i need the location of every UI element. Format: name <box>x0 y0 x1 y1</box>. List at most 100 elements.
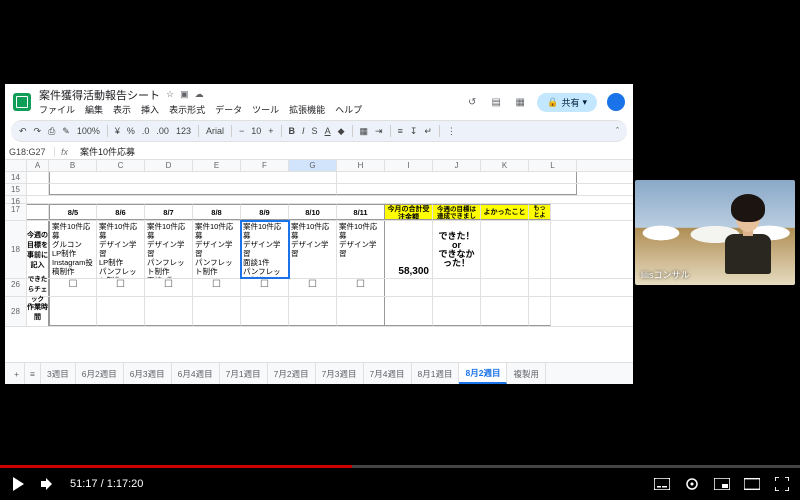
menu-insert[interactable]: 挿入 <box>141 103 159 116</box>
menu-edit[interactable]: 編集 <box>85 103 103 116</box>
meet-icon[interactable]: ▦ <box>513 95 527 109</box>
webcam-tile[interactable]: lilisコンサル <box>635 180 795 285</box>
col-f[interactable]: F <box>241 160 289 171</box>
col-a[interactable]: A <box>27 160 49 171</box>
valign-icon[interactable]: ↧ <box>410 126 418 137</box>
zoom-select[interactable]: 100% <box>77 126 100 136</box>
row-17[interactable]: 17 <box>5 204 27 220</box>
fill-color-icon[interactable]: ◆ <box>338 126 345 137</box>
doc-title[interactable]: 案件獲得活動報告シート <box>39 87 160 103</box>
check-2[interactable]: ☐ <box>97 279 145 296</box>
goal-5[interactable]: 案件10件応募 デザイン学習 面談1件 パンフレット制作 <box>241 221 289 278</box>
text-color-icon[interactable]: A <box>325 126 331 136</box>
wrap-icon[interactable]: ↵ <box>424 126 432 137</box>
tab-0[interactable]: 3週目 <box>41 363 76 384</box>
col-j[interactable]: J <box>433 160 481 171</box>
all-sheets-icon[interactable]: ≡ <box>25 363 41 384</box>
check-7[interactable]: ☐ <box>337 279 385 296</box>
decimal-dec-icon[interactable]: .0 <box>142 126 150 136</box>
label-worktime[interactable]: 作業時間 <box>27 297 49 326</box>
hdr-more[interactable]: もっとよか <box>529 204 551 220</box>
borders-icon[interactable]: ▦ <box>360 126 369 137</box>
volume-button[interactable] <box>40 476 56 492</box>
theater-icon[interactable] <box>744 476 760 492</box>
account-avatar[interactable] <box>607 93 625 111</box>
cloud-icon[interactable]: ☁ <box>195 89 204 100</box>
col-i[interactable]: I <box>385 160 433 171</box>
play-button[interactable] <box>10 476 26 492</box>
col-l[interactable]: L <box>529 160 577 171</box>
col-b[interactable]: B <box>49 160 97 171</box>
font-size-minus[interactable]: − <box>239 126 244 136</box>
font-size[interactable]: 10 <box>251 126 261 136</box>
check-4[interactable]: ☐ <box>193 279 241 296</box>
more-icon[interactable]: ⋮ <box>447 126 456 137</box>
menu-format[interactable]: 表示形式 <box>169 103 205 116</box>
more-formats-icon[interactable]: 123 <box>176 126 191 136</box>
col-d[interactable]: D <box>145 160 193 171</box>
tab-9[interactable]: 8月2週目 <box>459 363 507 384</box>
goal-6[interactable]: 案件10件応募 デザイン学習 <box>289 221 337 278</box>
decimal-inc-icon[interactable]: .00 <box>156 126 169 136</box>
captions-icon[interactable] <box>654 476 670 492</box>
row-28[interactable]: 28 <box>5 297 27 326</box>
date-6[interactable]: 8/10 <box>289 204 337 220</box>
font-select[interactable]: Arial <box>206 126 224 136</box>
col-h[interactable]: H <box>337 160 385 171</box>
check-3[interactable]: ☐ <box>145 279 193 296</box>
date-2[interactable]: 8/6 <box>97 204 145 220</box>
check-6[interactable]: ☐ <box>289 279 337 296</box>
tab-10[interactable]: 複製用 <box>507 363 546 384</box>
comment-icon[interactable]: ▤ <box>489 95 503 109</box>
menu-tools[interactable]: ツール <box>252 103 279 116</box>
tab-6[interactable]: 7月3週目 <box>316 363 364 384</box>
redo-icon[interactable]: ↷ <box>34 126 42 137</box>
strike-icon[interactable]: S <box>312 126 318 136</box>
font-size-plus[interactable]: + <box>268 126 273 136</box>
settings-icon[interactable] <box>684 476 700 492</box>
tab-2[interactable]: 6月3週目 <box>124 363 172 384</box>
col-e[interactable]: E <box>193 160 241 171</box>
tab-3[interactable]: 6月4週目 <box>172 363 220 384</box>
italic-icon[interactable]: I <box>302 126 305 136</box>
menu-view[interactable]: 表示 <box>113 103 131 116</box>
tab-7[interactable]: 7月4週目 <box>364 363 412 384</box>
name-box[interactable]: G18:G27 <box>5 147 55 157</box>
goal-7[interactable]: 案件10件応募 デザイン学習 <box>337 221 385 278</box>
row-14[interactable]: 14 <box>5 172 27 183</box>
merge-icon[interactable]: ⇥ <box>375 126 383 137</box>
hdr-good[interactable]: よかったこと <box>481 204 529 220</box>
col-g[interactable]: G <box>289 160 337 171</box>
tab-5[interactable]: 7月2週目 <box>268 363 316 384</box>
goal-1[interactable]: 案件10件応募 グルコン LP制作 Instagram投稿制作 <box>49 221 97 278</box>
label-check[interactable]: できたらチェック <box>27 279 49 296</box>
row-26[interactable]: 26 <box>5 279 27 296</box>
tab-1[interactable]: 6月2週目 <box>76 363 124 384</box>
share-button[interactable]: 🔒 共有 ▾ <box>537 93 597 112</box>
check-1[interactable]: ☐ <box>49 279 97 296</box>
history-icon[interactable]: ↺ <box>465 95 479 109</box>
goal-2[interactable]: 案件10件応募 デザイン学習 LP制作 パンフレット制作 <box>97 221 145 278</box>
menu-data[interactable]: データ <box>215 103 242 116</box>
menu-extensions[interactable]: 拡張機能 <box>289 103 325 116</box>
currency-icon[interactable]: ¥ <box>115 126 120 136</box>
achieved-text[interactable]: できた！ or できなかった！ <box>433 221 481 278</box>
paint-icon[interactable]: ✎ <box>62 126 70 137</box>
menu-help[interactable]: ヘルプ <box>335 103 362 116</box>
goal-4[interactable]: 案件10件応募 デザイン学習 パンフレット制作 <box>193 221 241 278</box>
row-15[interactable]: 15 <box>5 184 27 195</box>
check-5[interactable]: ☐ <box>241 279 289 296</box>
row-18-25[interactable]: 18 <box>5 221 27 278</box>
date-1[interactable]: 8/5 <box>49 204 97 220</box>
bold-icon[interactable]: B <box>289 126 296 136</box>
date-4[interactable]: 8/8 <box>193 204 241 220</box>
date-7[interactable]: 8/11 <box>337 204 385 220</box>
tab-4[interactable]: 7月1週目 <box>220 363 268 384</box>
percent-icon[interactable]: % <box>127 126 135 136</box>
undo-icon[interactable]: ↶ <box>19 126 27 137</box>
label-weekly-goal[interactable]: 今週の目標を事前に記入 <box>27 221 49 278</box>
date-3[interactable]: 8/7 <box>145 204 193 220</box>
hdr-total[interactable]: 今月の合計受注金額 <box>385 204 433 220</box>
col-c[interactable]: C <box>97 160 145 171</box>
collapse-icon[interactable]: ˆ <box>616 126 619 136</box>
